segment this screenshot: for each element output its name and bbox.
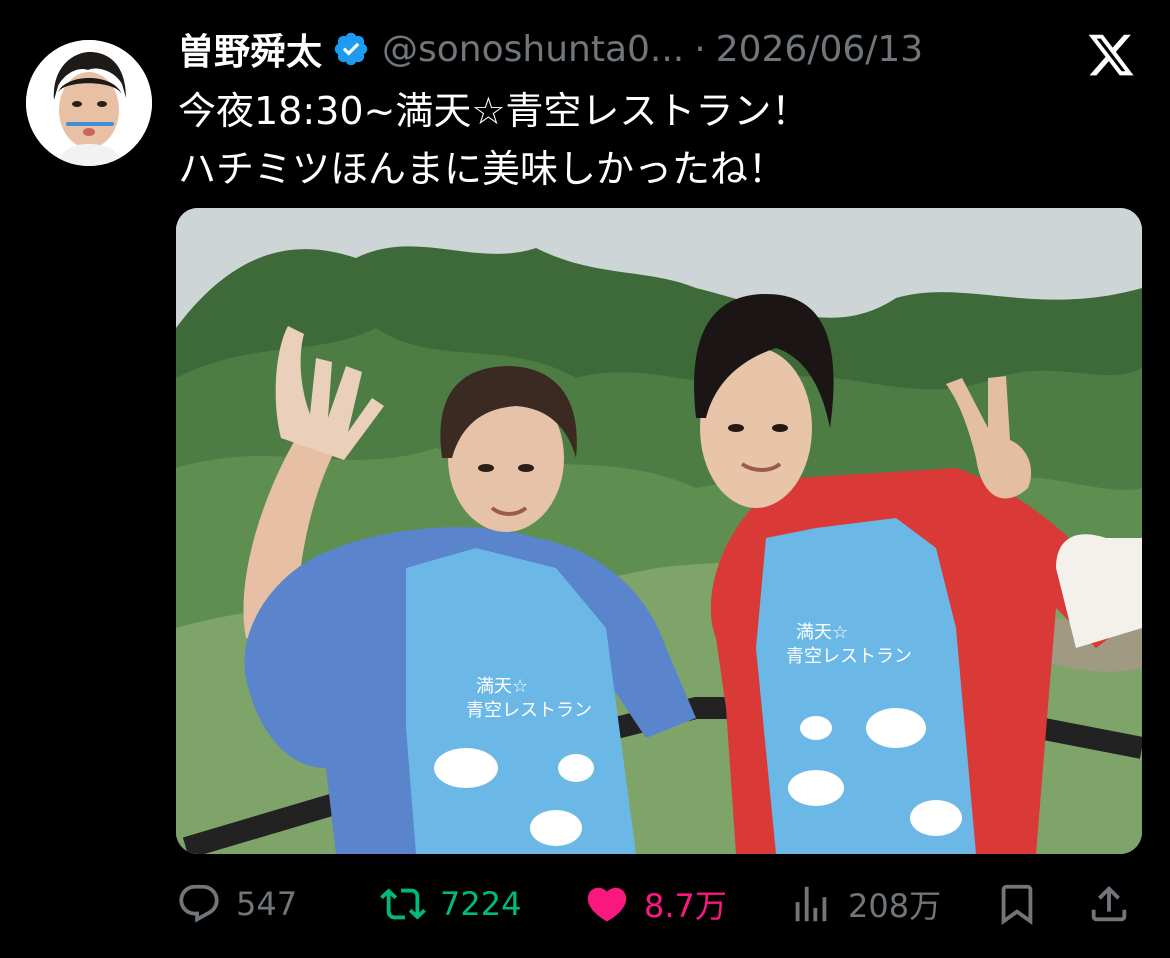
author-handle[interactable]: @sonoshunta0... (382, 29, 684, 70)
tweet-photo[interactable]: 満天☆ 青空レストラン 満天☆ 青空レストラン (176, 208, 1142, 854)
tweet-header: 曽野舜太 @sonoshunta0... · 2026/06/13 (178, 23, 924, 75)
apron-text-right-1: 満天☆ (796, 622, 848, 643)
tweet-text: 今夜18:30~満天☆青空レストラン！ ハチミツほんまに美味しかったね！ (178, 82, 809, 198)
apron-text-left-2: 青空レストラン (466, 700, 592, 721)
tweet-line-1: 今夜18:30~満天☆青空レストラン！ (178, 89, 810, 133)
action-bar: 547 7224 8.7万 208万 (0, 872, 1170, 936)
views-count: 208万 (848, 887, 942, 925)
like-icon (587, 887, 627, 922)
apron-text-left-1: 満天☆ (476, 676, 528, 697)
x-logo-icon[interactable] (1086, 30, 1136, 80)
author-name[interactable]: 曽野舜太 (178, 23, 322, 75)
repost-button[interactable]: 7224 (380, 872, 521, 936)
share-button[interactable] (1086, 872, 1132, 936)
like-count: 8.7万 (644, 887, 727, 925)
apron-text-right-2: 青空レストラン (786, 646, 912, 667)
verified-badge-icon (334, 32, 368, 66)
reply-icon (179, 884, 219, 923)
like-button[interactable]: 8.7万 (584, 872, 727, 936)
views-button[interactable]: 208万 (788, 872, 941, 936)
avatar[interactable] (26, 40, 152, 166)
bookmark-button[interactable] (994, 872, 1040, 936)
views-icon (795, 886, 827, 922)
separator-dot: · (694, 28, 706, 70)
post-date[interactable]: 2026/06/13 (716, 29, 924, 70)
share-icon (1091, 885, 1127, 922)
repost-count: 7224 (440, 885, 522, 923)
bookmark-icon (1001, 884, 1033, 925)
reply-count: 547 (236, 885, 298, 923)
repost-icon (380, 888, 426, 920)
reply-button[interactable]: 547 (176, 872, 297, 936)
tweet-line-2: ハチミツほんまに美味しかったね！ (178, 147, 787, 191)
